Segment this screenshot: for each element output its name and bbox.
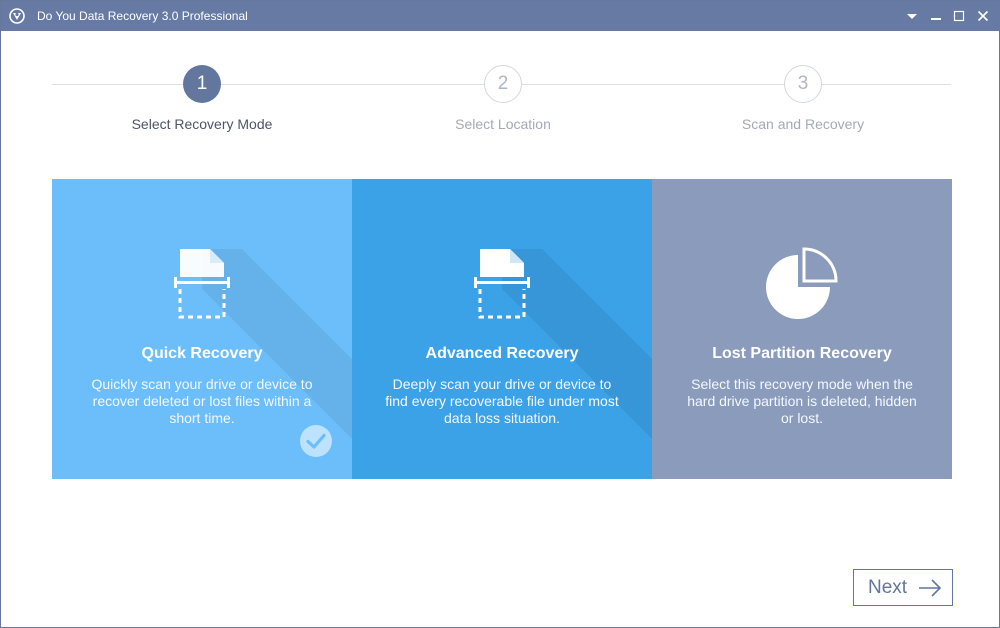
step-indicator: 1 Select Recovery Mode 2 Select Location… xyxy=(1,31,1000,151)
menu-dropdown-button[interactable] xyxy=(902,6,922,26)
card-title: Advanced Recovery xyxy=(425,345,579,362)
minimize-button[interactable] xyxy=(926,6,946,26)
step-label: Select Location xyxy=(455,116,551,132)
document-scan-icon xyxy=(174,249,230,319)
maximize-icon xyxy=(953,10,965,22)
next-button[interactable]: Next xyxy=(853,569,953,606)
app-logo-icon xyxy=(9,8,25,24)
next-button-label: Next xyxy=(868,577,908,598)
app-window: Do You Data Recovery 3.0 Professional 1 xyxy=(0,0,1000,628)
card-description: Select this recovery mode when the hard … xyxy=(687,376,917,426)
card-description: Deeply scan your drive or device to find… xyxy=(385,376,619,426)
recovery-mode-options: Quick Recovery Quickly scan your drive o… xyxy=(52,179,952,479)
checkmark-icon xyxy=(300,425,332,457)
close-button[interactable] xyxy=(973,6,993,26)
arrow-right-icon xyxy=(919,579,942,597)
step-number: 1 xyxy=(183,65,221,103)
pie-chart-icon xyxy=(766,247,838,319)
step-select-recovery-mode: 1 Select Recovery Mode xyxy=(52,65,352,145)
advanced-recovery-card[interactable]: Advanced Recovery Deeply scan your drive… xyxy=(352,179,652,479)
window-title: Do You Data Recovery 3.0 Professional xyxy=(37,9,248,23)
card-title: Lost Partition Recovery xyxy=(712,345,892,362)
title-bar[interactable]: Do You Data Recovery 3.0 Professional xyxy=(1,1,1000,31)
chevron-down-icon xyxy=(907,14,917,19)
card-title: Quick Recovery xyxy=(141,345,263,362)
lost-partition-recovery-card[interactable]: Lost Partition Recovery Select this reco… xyxy=(652,179,952,479)
maximize-button[interactable] xyxy=(949,6,969,26)
quick-recovery-card[interactable]: Quick Recovery Quickly scan your drive o… xyxy=(52,179,352,479)
step-number: 2 xyxy=(484,65,522,103)
step-select-location: 2 Select Location xyxy=(353,65,653,145)
minimize-icon xyxy=(931,18,941,20)
step-label: Scan and Recovery xyxy=(741,116,865,132)
close-icon xyxy=(977,10,989,22)
step-scan-and-recovery: 3 Scan and Recovery xyxy=(653,65,953,145)
document-scan-icon xyxy=(474,249,530,319)
step-number: 3 xyxy=(784,65,822,103)
step-label: Select Recovery Mode xyxy=(131,116,273,132)
card-description: Quickly scan your drive or device to rec… xyxy=(91,376,313,426)
